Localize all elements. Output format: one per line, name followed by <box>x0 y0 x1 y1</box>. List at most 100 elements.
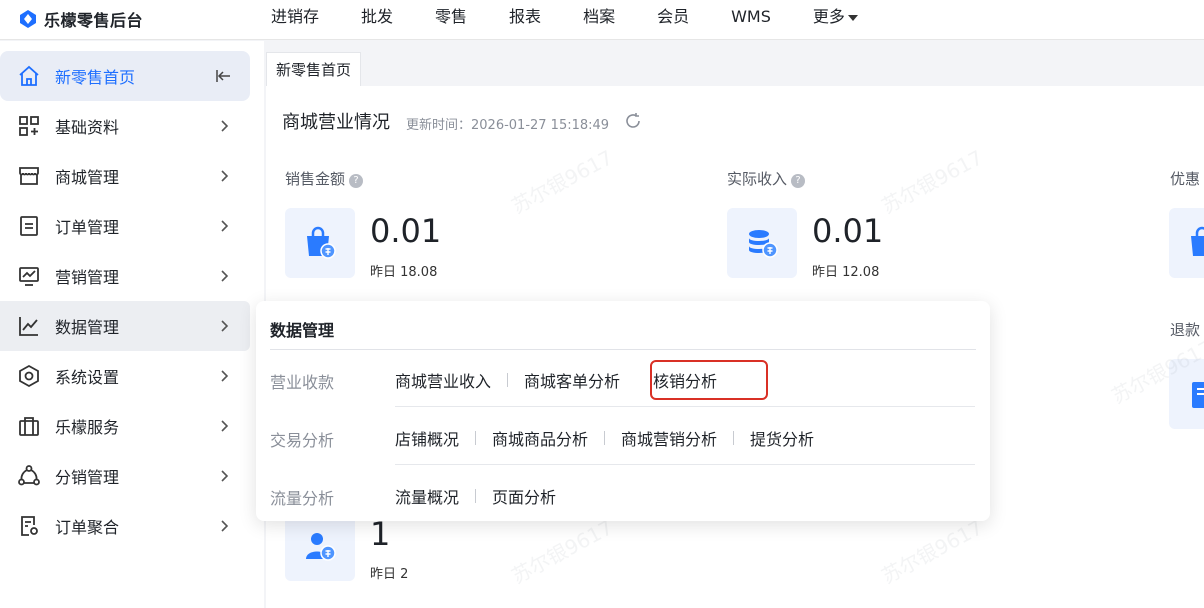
sidebar-item-label: 商城管理 <box>55 168 120 187</box>
sidebar-item-label: 新零售首页 <box>55 68 136 87</box>
link-product-analysis[interactable]: 商城商品分析 <box>492 426 588 450</box>
chevron-right-icon <box>221 220 229 232</box>
link-traffic-overview[interactable]: 流量概况 <box>395 484 459 508</box>
sidebar-item-services[interactable]: 乐檬服务 <box>0 401 250 451</box>
sidebar-item-basic-data[interactable]: 基础资料 <box>0 101 250 151</box>
watermark: 苏尔银9617 <box>507 145 617 219</box>
refresh-icon[interactable] <box>624 112 642 130</box>
collapse-sidebar-icon[interactable] <box>216 68 232 84</box>
topnav-item-members[interactable]: 会员 <box>636 0 710 36</box>
metric-yesterday-income: 昨日 12.08 <box>812 265 880 280</box>
settings-hexagon-icon <box>19 364 39 388</box>
metric-label-refund: 退款 <box>1170 321 1201 339</box>
sidebar-item-mall[interactable]: 商城管理 <box>0 151 250 201</box>
submenu-group-label: 流量分析 <box>270 489 335 508</box>
link-divider <box>604 431 606 445</box>
sidebar-item-label: 数据管理 <box>55 318 120 337</box>
submenu-group-links: 流量概况 页面分析 <box>395 485 556 507</box>
sidebar: 新零售首页 基础资料 商城管理 订单管理 营销管理 数据管理 系统设置 乐檬服务 <box>0 41 264 608</box>
sidebar-item-label: 订单聚合 <box>55 518 120 537</box>
chevron-right-icon <box>221 370 229 382</box>
metric-label-discount: 优惠 <box>1170 170 1201 188</box>
caret-down-icon <box>847 14 858 21</box>
sidebar-item-marketing[interactable]: 营销管理 <box>0 251 250 301</box>
topnav-item-retail[interactable]: 零售 <box>414 0 488 36</box>
metric-yesterday-customers: 昨日 2 <box>370 567 409 582</box>
top-nav: 进销存 批发 零售 报表 档案 会员 WMS 更多 <box>250 0 879 40</box>
watermark: 苏尔银9617 <box>877 515 987 589</box>
overview-title: 商城营业情况 <box>282 112 390 133</box>
submenu-group-label: 交易分析 <box>270 431 335 450</box>
sidebar-item-orders[interactable]: 订单管理 <box>0 201 250 251</box>
link-mall-revenue[interactable]: 商城营业收入 <box>395 368 491 392</box>
link-pickup-analysis[interactable]: 提货分析 <box>750 426 814 450</box>
monitor-chart-icon <box>19 267 39 286</box>
metric-icon-box <box>285 511 355 581</box>
watermark: 苏尔银9617 <box>507 515 617 589</box>
link-marketing-analysis[interactable]: 商城营销分析 <box>621 426 717 450</box>
top-bar: 乐檬零售后台 进销存 批发 零售 报表 档案 会员 WMS 更多 <box>0 0 1204 40</box>
metric-value-income: 0.01 <box>812 212 884 250</box>
sidebar-item-label: 乐檬服务 <box>55 418 120 437</box>
sidebar-item-distribution[interactable]: 分销管理 <box>0 451 250 501</box>
home-icon <box>19 65 39 86</box>
topnav-more-label: 更多 <box>812 7 845 26</box>
sidebar-item-settings[interactable]: 系统设置 <box>0 351 250 401</box>
metric-label-sales: 销售金额? <box>285 168 364 189</box>
sidebar-item-label: 营销管理 <box>55 268 120 287</box>
topnav-item-archive[interactable]: 档案 <box>562 0 636 36</box>
link-divider <box>507 373 509 387</box>
divider <box>395 464 975 465</box>
shopping-bag-icon <box>307 226 336 259</box>
metric-icon-box <box>285 208 355 278</box>
help-icon[interactable]: ? <box>349 174 364 188</box>
metric-yesterday-sales: 昨日 18.08 <box>370 265 438 280</box>
topnav-item-inventory[interactable]: 进销存 <box>250 0 340 36</box>
brand-logo-icon <box>20 10 36 28</box>
watermark: 苏尔银9617 <box>877 145 987 219</box>
submenu-group-links: 店铺概况 商城商品分析 商城营销分析 提货分析 <box>395 427 814 449</box>
metric-label-text: 实际收入 <box>727 170 788 188</box>
metric-label-income: 实际收入? <box>727 168 806 189</box>
topnav-item-wholesale[interactable]: 批发 <box>340 0 414 36</box>
help-icon[interactable]: ? <box>791 174 806 188</box>
line-chart-icon <box>19 317 38 336</box>
sidebar-item-home[interactable]: 新零售首页 <box>0 51 250 101</box>
metric-icon-box <box>1169 359 1204 429</box>
chevron-right-icon <box>221 270 229 282</box>
metric-icon-box <box>1169 208 1204 278</box>
topnav-item-reports[interactable]: 报表 <box>488 0 562 36</box>
highlight-box <box>650 360 768 400</box>
divider <box>395 406 975 407</box>
sidebar-item-label: 系统设置 <box>55 368 120 387</box>
submenu-group-label: 营业收款 <box>270 373 335 392</box>
grid-icon <box>19 116 39 136</box>
chevron-right-icon <box>221 470 229 482</box>
chevron-right-icon <box>221 170 229 182</box>
coins-stack-icon <box>749 230 778 258</box>
sidebar-item-label: 分销管理 <box>55 468 120 487</box>
link-divider <box>475 431 477 445</box>
brand-name: 乐檬零售后台 <box>44 11 144 30</box>
metric-label-text: 销售金额 <box>285 170 346 188</box>
briefcase-icon <box>19 417 39 436</box>
sidebar-item-label: 基础资料 <box>55 118 120 137</box>
topnav-item-wms[interactable]: WMS <box>710 0 792 36</box>
link-page-analysis[interactable]: 页面分析 <box>492 484 556 508</box>
sidebar-item-label: 订单管理 <box>55 218 120 237</box>
sidebar-item-data[interactable]: 数据管理 <box>0 301 250 351</box>
chevron-right-icon <box>221 120 229 132</box>
submenu-title: 数据管理 <box>270 321 335 340</box>
topnav-item-more[interactable]: 更多 <box>792 0 879 36</box>
share-network-icon <box>18 465 40 486</box>
metric-icon-box <box>727 208 797 278</box>
divider <box>270 349 976 350</box>
link-customer-analysis[interactable]: 商城客单分析 <box>524 368 620 392</box>
brand[interactable]: 乐檬零售后台 <box>18 6 143 32</box>
link-store-overview[interactable]: 店铺概况 <box>395 426 459 450</box>
tab-home[interactable]: 新零售首页 <box>266 52 362 86</box>
sidebar-item-order-aggregation[interactable]: 订单聚合 <box>0 501 250 551</box>
chevron-right-icon <box>221 520 229 532</box>
document-icon <box>20 216 38 236</box>
clipboard-icon <box>1192 382 1204 408</box>
